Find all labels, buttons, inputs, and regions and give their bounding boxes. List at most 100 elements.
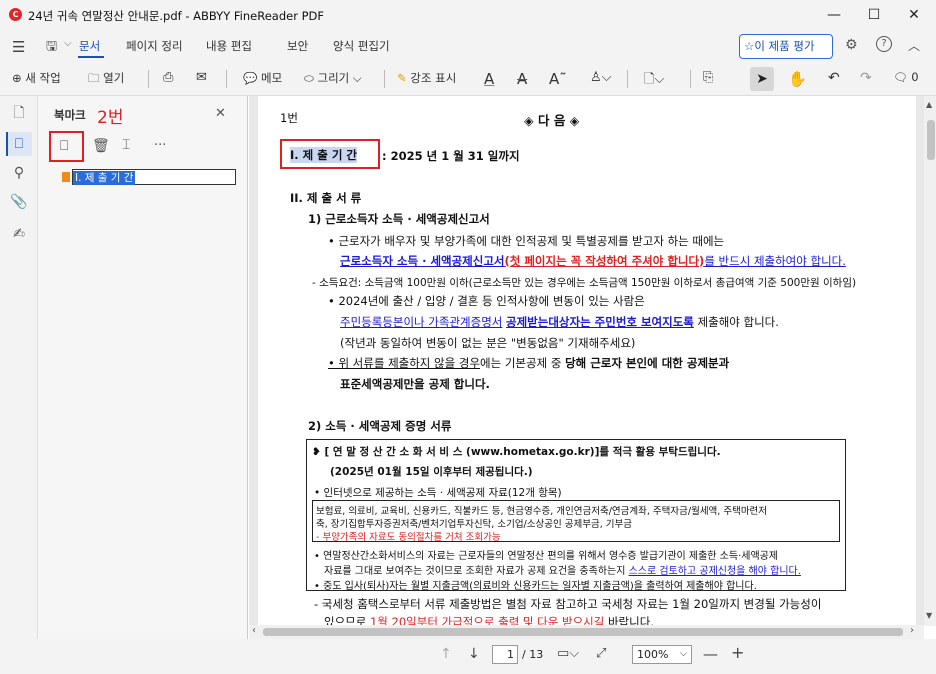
zoom-select[interactable]: 100% ⌵ <box>632 645 692 664</box>
new-task-button[interactable]: ⊕ 새 작업 <box>12 70 61 86</box>
delete-bookmark-icon[interactable]: 🗑 <box>92 138 110 154</box>
hamburger-icon[interactable]: ☰ <box>12 38 25 56</box>
ocr-icon[interactable]: ⎘ <box>703 70 713 85</box>
signature-icon[interactable]: ✍ <box>10 225 28 243</box>
page-total: / 13 <box>522 648 544 661</box>
comments-button[interactable]: 🗨 0 <box>893 70 919 84</box>
box-line: ❥ [ 연 말 정 산 간 소 화 서 비 스 (www.hometax.go.… <box>312 446 721 458</box>
undo-icon[interactable]: ↶ <box>828 70 840 86</box>
star-icon: ☆ <box>744 39 755 53</box>
scroll-right-arrow-icon[interactable]: › <box>910 625 914 636</box>
scroll-left-arrow-icon[interactable]: ‹ <box>252 625 256 636</box>
hand-tool-icon[interactable]: ✋ <box>788 70 807 88</box>
maximize-button[interactable]: ☐ <box>862 4 886 26</box>
doc-line: 주민등록등본이나 가족관계증명서 공제받는대상자는 주민번호 보여지도록 제출해… <box>340 315 779 329</box>
close-panel-icon[interactable]: ✕ <box>215 106 226 121</box>
doc-line: - 국세청 홈택스로부터 서류 제출방법은 별첨 자료 참고하고 국세청 자료는… <box>314 597 822 611</box>
vertical-scrollbar[interactable] <box>924 96 936 626</box>
box-line: 축, 장기집합투자증권저축/벤처기업투자신탁, 소기업/소상공인 공제부금, 기… <box>316 519 632 530</box>
doc-line: • 위 서류를 제출하지 않을 경우에는 기본공제 중 당해 근로자 본인에 대… <box>328 356 730 370</box>
mail-icon[interactable]: ✉ <box>196 70 207 85</box>
open-button[interactable]: 🗀 열기 <box>88 70 124 90</box>
toolbar-divider <box>148 70 149 88</box>
doc-line: 표준세액공제만을 공제 합니다. <box>340 377 490 391</box>
print-icon[interactable]: ⎙ <box>163 70 173 85</box>
scroll-down-arrow-icon[interactable]: ▼ <box>926 611 932 620</box>
panel-title: 북마크 <box>54 108 86 122</box>
vertical-scroll-thumb[interactable] <box>927 120 935 160</box>
redo-icon[interactable]: ↷ <box>860 70 872 86</box>
next-page-icon[interactable]: ↓ <box>468 646 480 662</box>
more-options-icon[interactable]: ··· <box>154 138 166 153</box>
tab-page-organize[interactable]: 페이지 정리 <box>126 38 183 54</box>
rename-bookmark-icon[interactable]: ⌶ <box>122 137 130 153</box>
close-button[interactable]: ✕ <box>902 4 926 26</box>
collapse-ribbon-icon[interactable]: ︿ <box>908 37 920 54</box>
zoom-out-icon[interactable]: — <box>703 645 718 663</box>
help-icon[interactable]: ? <box>876 36 892 52</box>
page-layout-icon[interactable]: ▭⌵ <box>557 646 579 661</box>
doc-line: - 소득요건: 소득금액 100만원 이하(근로소득만 있는 경우에는 소득금액… <box>312 277 857 289</box>
pdf-page[interactable]: 1번 ◈ 다 음 ◈ I. 제 출 기 간 : 2025 년 1 월 31 일까… <box>258 96 916 629</box>
comment-icon: 💬 <box>243 71 261 85</box>
chevron-down-icon: ⌵ <box>680 649 687 659</box>
search-document-icon[interactable]: 🗋⌵ <box>644 70 664 92</box>
subsection-2: 2) 소득 · 세액공제 증명 서류 <box>308 419 452 433</box>
subsection-1: 1) 근로소득자 소득 · 세액공제신고서 <box>308 212 490 226</box>
previous-page-icon[interactable]: ↑ <box>440 646 452 662</box>
box-line: (2025년 01월 15일 이후부터 제공됩니다.) <box>330 466 533 478</box>
bookmark-icon[interactable]: ⎕ <box>10 135 28 153</box>
settings-gear-icon[interactable]: ⚙ <box>845 37 858 53</box>
shapes-icon: ⬭ <box>304 71 318 85</box>
toolbar-divider <box>690 70 691 88</box>
box-line: 자료를 그대로 보여주는 것이므로 조회한 자료가 공제 요건을 충족하는지 스… <box>324 566 801 577</box>
attachment-icon[interactable]: 📎 <box>10 193 28 211</box>
zoom-in-icon[interactable]: + <box>731 643 744 662</box>
rate-product-button[interactable]: ☆이 제품 평가 <box>739 34 833 59</box>
draw-button[interactable]: ⬭ 그리기 ⌵ <box>304 70 362 86</box>
underline-icon[interactable]: A <box>484 70 494 88</box>
chevron-down-icon[interactable]: ⌵ <box>64 38 72 49</box>
annotation-1: 1번 <box>280 111 298 125</box>
minimize-button[interactable]: — <box>822 4 846 26</box>
page-thumbnails-icon[interactable]: 🗋 <box>10 104 28 122</box>
annotation-2: 2번 <box>97 108 124 128</box>
doc-line: 근로소득자 소득 · 세액공제신고서(첫 페이지는 꼭 작성하여 주셔야 합니다… <box>340 254 846 268</box>
bookmark-item-icon <box>62 172 70 182</box>
strikethrough-icon[interactable]: A <box>517 70 527 88</box>
box-line: • 인터넷으로 제공하는 소득 · 세액공제 자료(12개 항목) <box>314 487 562 499</box>
toolbar-divider <box>384 70 385 88</box>
select-pointer-icon[interactable]: ➤ <box>750 67 774 91</box>
doc-line: • 2024년에 출산 / 입양 / 결혼 등 인적사항에 변동이 있는 사람은 <box>328 294 645 308</box>
chevron-down-icon: ⌵ <box>349 71 362 85</box>
page-number-input[interactable]: 1 <box>492 645 518 664</box>
bookmark-rename-field[interactable]: I. 제 출 기 간 <box>72 169 236 185</box>
search-icon[interactable]: ⚲ <box>10 164 28 182</box>
window-title: 24년 귀속 연말정산 안내문.pdf - ABBYY FineReader P… <box>28 9 324 23</box>
memo-button[interactable]: 💬 메모 <box>243 70 282 86</box>
stamp-icon[interactable]: ♙⌵ <box>590 70 612 85</box>
box-line: • 연말정산간소화서비스의 자료는 근로자들의 연말정산 편의를 위해서 영수증… <box>314 551 779 562</box>
highlight-button[interactable]: ✎ 강조 표시 <box>397 70 456 86</box>
section-2-title: II. 제 출 서 류 <box>290 191 362 205</box>
fit-page-icon[interactable]: ⤢ <box>596 646 606 661</box>
plus-circle-icon: ⊕ <box>12 71 26 85</box>
period-label: I. 제 출 기 간 <box>290 147 357 163</box>
toolbar-divider <box>226 70 227 88</box>
tab-form-editor[interactable]: 양식 편집기 <box>333 38 390 54</box>
scroll-up-arrow-icon[interactable]: ▲ <box>926 100 932 109</box>
period-value: : 2025 년 1 월 31 일까지 <box>382 149 520 163</box>
active-tab-indicator <box>78 56 104 58</box>
doc-line: • 근로자가 배우자 및 부양가족에 대한 인적공제 및 특별공제를 받고자 하… <box>328 234 725 248</box>
horizontal-scroll-thumb[interactable] <box>263 628 903 636</box>
save-icon[interactable]: 🖫 <box>46 37 57 59</box>
tab-document[interactable]: 문서 <box>79 38 100 54</box>
text-size-icon[interactable]: A˜ <box>549 70 567 88</box>
tab-content-edit[interactable]: 내용 편집 <box>206 38 252 54</box>
abbyy-logo-icon: C <box>9 8 22 21</box>
tab-security[interactable]: 보안 <box>287 38 308 54</box>
folder-icon: 🗀 <box>88 71 104 85</box>
add-bookmark-icon[interactable]: ⎕ <box>60 138 68 154</box>
heading: ◈ 다 음 ◈ <box>524 113 580 128</box>
box-line: • 중도 입사(퇴사)자는 월별 지출금액(의료비와 신용카드는 일자별 지출금… <box>314 581 757 592</box>
